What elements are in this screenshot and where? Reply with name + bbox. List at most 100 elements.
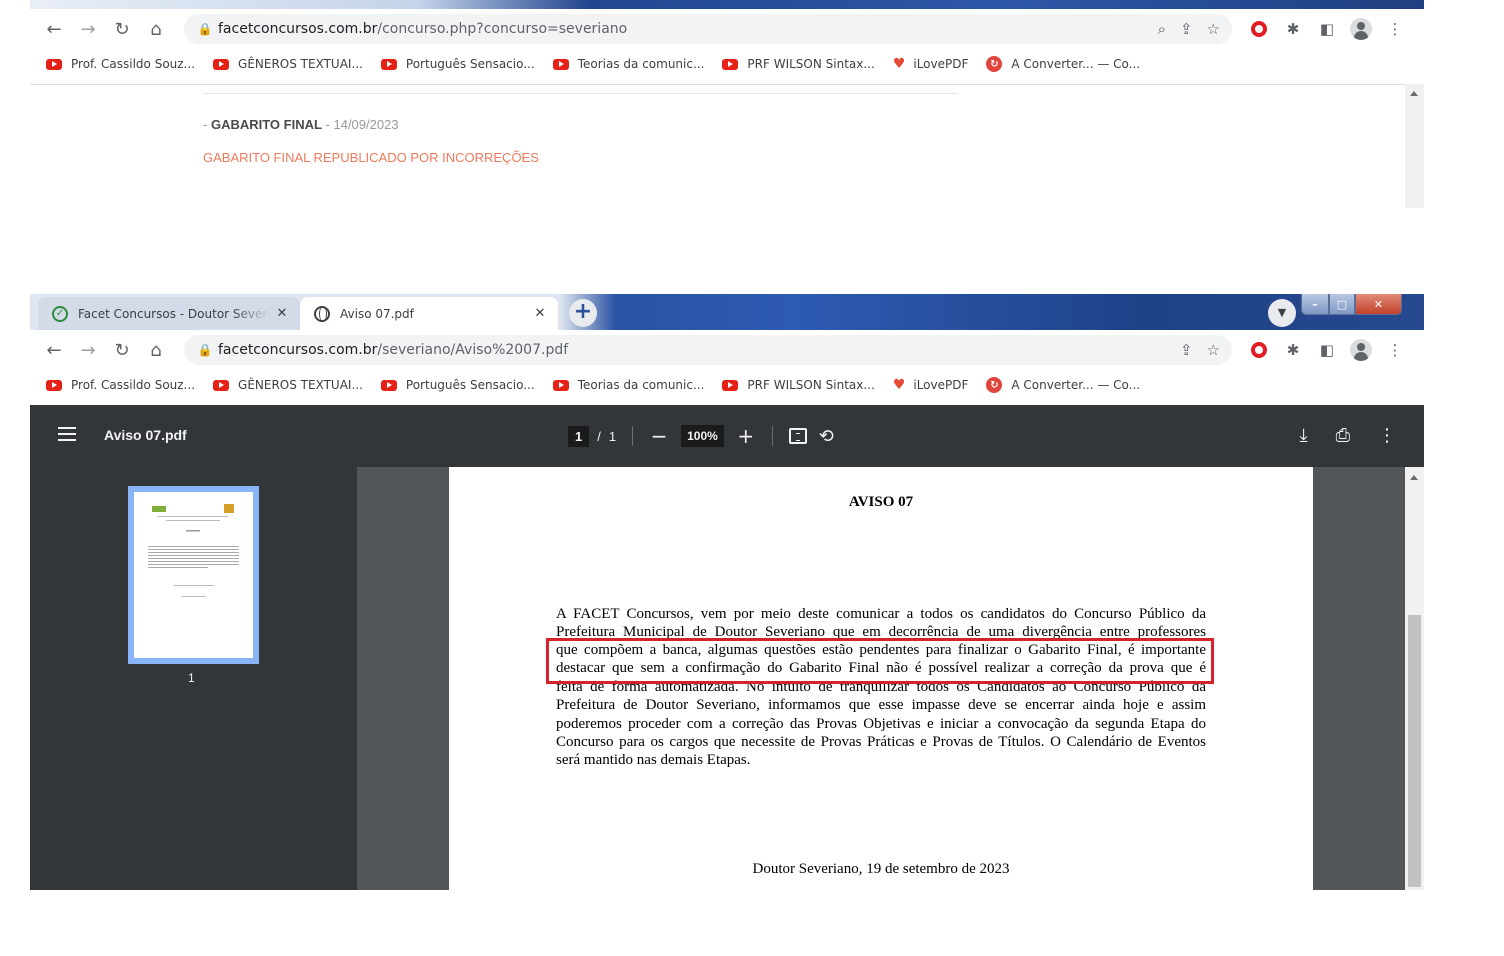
gabarito-title: GABARITO FINAL: [210, 117, 322, 132]
back-button[interactable]: ←: [40, 336, 68, 364]
scroll-up-arrow-icon[interactable]: [1410, 475, 1418, 480]
bookmark-item[interactable]: ♥ iLovePDF: [893, 56, 969, 72]
youtube-icon: [46, 379, 62, 391]
lock-icon: 🔒: [197, 343, 213, 357]
youtube-icon: [722, 379, 739, 391]
browser-menu-icon[interactable]: ⋮: [1384, 18, 1406, 40]
bookmark-item[interactable]: Prof. Cassildo Souz...: [46, 378, 195, 392]
bottom-window-toolbar: ← → ↻ ⌂ 🔒 facetconcursos.com.br/severian…: [30, 330, 1424, 370]
address-bar[interactable]: 🔒 facetconcursos.com.br/concurso.php?con…: [184, 14, 1232, 44]
side-panel-icon[interactable]: ◧: [1316, 18, 1338, 40]
check-circle-icon: ✓: [52, 305, 68, 322]
scroll-up-arrow-icon[interactable]: [1410, 91, 1418, 96]
tab-close-icon[interactable]: ✕: [528, 306, 552, 321]
bookmark-star-icon[interactable]: ☆: [1207, 20, 1220, 38]
document-text-line: Prefeitura de Doutor Severiano, informam…: [556, 697, 1206, 713]
window-controls: – □ ✕: [1301, 294, 1422, 315]
opera-extension-icon[interactable]: [1248, 18, 1270, 40]
gabarito-entry: - GABARITO FINAL - 14/09/2023: [203, 117, 399, 132]
side-panel-icon[interactable]: ◧: [1316, 339, 1338, 361]
youtube-icon: [722, 58, 739, 70]
bookmark-item[interactable]: Português Sensacio...: [380, 57, 535, 71]
tab-aviso-pdf[interactable]: Aviso 07.pdf ✕: [300, 297, 558, 330]
content-divider: [203, 93, 958, 94]
tab-title: Facet Concursos - Doutor Severiano: [78, 306, 270, 321]
bookmark-item[interactable]: Português Sensacio...: [380, 378, 535, 392]
bookmark-item[interactable]: GÊNEROS TEXTUAI...: [213, 378, 363, 392]
address-bar[interactable]: 🔒 facetconcursos.com.br/severiano/Aviso%…: [184, 335, 1232, 365]
bookmark-star-icon[interactable]: ☆: [1207, 341, 1220, 359]
reload-button[interactable]: ↻: [108, 15, 136, 43]
scrollbar-thumb[interactable]: [1408, 615, 1421, 887]
zoom-in-icon[interactable]: +: [736, 424, 756, 448]
converter-icon: ↻: [986, 56, 1003, 72]
total-pages: 1: [608, 428, 617, 444]
bookmark-item[interactable]: PRF WILSON Sintax...: [722, 57, 875, 71]
pdf-toolbar: Aviso 07.pdf 1 / 1 − 100% + ⟲ ⤓ ⎙ ⋮: [30, 405, 1424, 467]
extensions-puzzle-icon[interactable]: ✱: [1282, 339, 1304, 361]
zoom-level-input[interactable]: 100%: [681, 425, 724, 447]
opera-extension-icon[interactable]: [1248, 339, 1270, 361]
document-date-line: Doutor Severiano, 19 de setembro de 2023: [752, 861, 1010, 877]
tab-facet-concursos[interactable]: ✓ Facet Concursos - Doutor Severiano ✕: [38, 297, 300, 330]
home-button[interactable]: ⌂: [142, 15, 170, 43]
bookmark-item[interactable]: Teorias da comunic...: [552, 57, 704, 71]
heart-icon: ♥: [892, 56, 906, 72]
bookmark-item[interactable]: ♥ iLovePDF: [893, 377, 969, 393]
bookmark-item[interactable]: GÊNEROS TEXTUAI...: [213, 57, 363, 71]
profile-avatar-icon[interactable]: [1350, 18, 1372, 40]
toolbar-divider: [771, 426, 773, 446]
home-button[interactable]: ⌂: [142, 336, 170, 364]
maximize-icon[interactable]: □: [1329, 294, 1355, 315]
more-options-icon[interactable]: ⋮: [1378, 425, 1396, 446]
youtube-icon: [552, 379, 569, 391]
heart-icon: ♥: [892, 377, 906, 393]
tab-close-icon[interactable]: ✕: [270, 306, 294, 321]
address-url: facetconcursos.com.br/concurso.php?concu…: [218, 21, 628, 37]
top-window-toolbar: ← → ↻ ⌂ 🔒 facetconcursos.com.br/concurso…: [30, 9, 1424, 49]
bottom-window-bookmarks-bar: Prof. Cassildo Souz... GÊNEROS TEXTUAI..…: [30, 371, 1424, 399]
bookmark-item[interactable]: PRF WILSON Sintax...: [722, 378, 875, 392]
zoom-out-icon[interactable]: −: [649, 424, 669, 448]
share-icon[interactable]: ⇪: [1180, 341, 1193, 359]
document-text-line: Concurso para os cargos que necessite de…: [556, 734, 1206, 750]
youtube-icon: [552, 58, 569, 70]
close-window-icon[interactable]: ✕: [1355, 294, 1402, 315]
share-icon[interactable]: ⇪: [1180, 20, 1193, 38]
top-window-page-content: [30, 84, 1424, 208]
browser-menu-icon[interactable]: ⋮: [1384, 339, 1406, 361]
fit-page-icon[interactable]: [788, 428, 807, 444]
page-number-input[interactable]: 1: [568, 425, 590, 447]
tab-search-chevron-icon[interactable]: ▼: [1268, 299, 1296, 327]
pdf-filename: Aviso 07.pdf: [104, 427, 187, 443]
minimize-icon[interactable]: –: [1301, 294, 1329, 315]
bookmark-item[interactable]: ↻ A Converter... — Co...: [986, 56, 1140, 72]
back-button[interactable]: ←: [40, 15, 68, 43]
download-icon[interactable]: ⤓: [1300, 425, 1308, 446]
tab-title: Aviso 07.pdf: [340, 306, 414, 321]
extensions-puzzle-icon[interactable]: ✱: [1282, 18, 1304, 40]
bookmark-item[interactable]: ↻ A Converter... — Co...: [986, 377, 1140, 393]
profile-avatar-icon[interactable]: [1350, 339, 1372, 361]
bookmark-item[interactable]: Teorias da comunic...: [552, 378, 704, 392]
forward-button[interactable]: →: [74, 15, 102, 43]
rotate-icon[interactable]: ⟲: [819, 426, 834, 447]
gabarito-republicado-link[interactable]: GABARITO FINAL REPUBLICADO POR INCORREÇÕ…: [203, 150, 539, 165]
document-title: AVISO 07: [848, 494, 914, 510]
gabarito-date: - 14/09/2023: [321, 117, 399, 132]
pdf-scrollbar[interactable]: [1405, 467, 1424, 890]
bookmark-item[interactable]: Prof. Cassildo Souz...: [46, 57, 195, 71]
document-text-line: será mantido nas demais Etapas.: [556, 752, 751, 768]
zoom-icon[interactable]: ⌕: [1158, 20, 1166, 38]
forward-button[interactable]: →: [74, 336, 102, 364]
page-thumbnail[interactable]: [134, 492, 253, 658]
new-tab-plus-icon[interactable]: +: [569, 299, 597, 327]
reload-button[interactable]: ↻: [108, 336, 136, 364]
top-window-bookmarks-bar: Prof. Cassildo Souz... GÊNEROS TEXTUAI..…: [30, 50, 1424, 78]
top-window-scrollbar[interactable]: [1405, 84, 1424, 208]
thumbnail-preview: [148, 504, 239, 597]
page-separator: /: [597, 428, 601, 444]
print-icon[interactable]: ⎙: [1336, 425, 1350, 446]
toolbar-divider: [632, 426, 634, 446]
hamburger-menu-icon[interactable]: [58, 427, 76, 441]
